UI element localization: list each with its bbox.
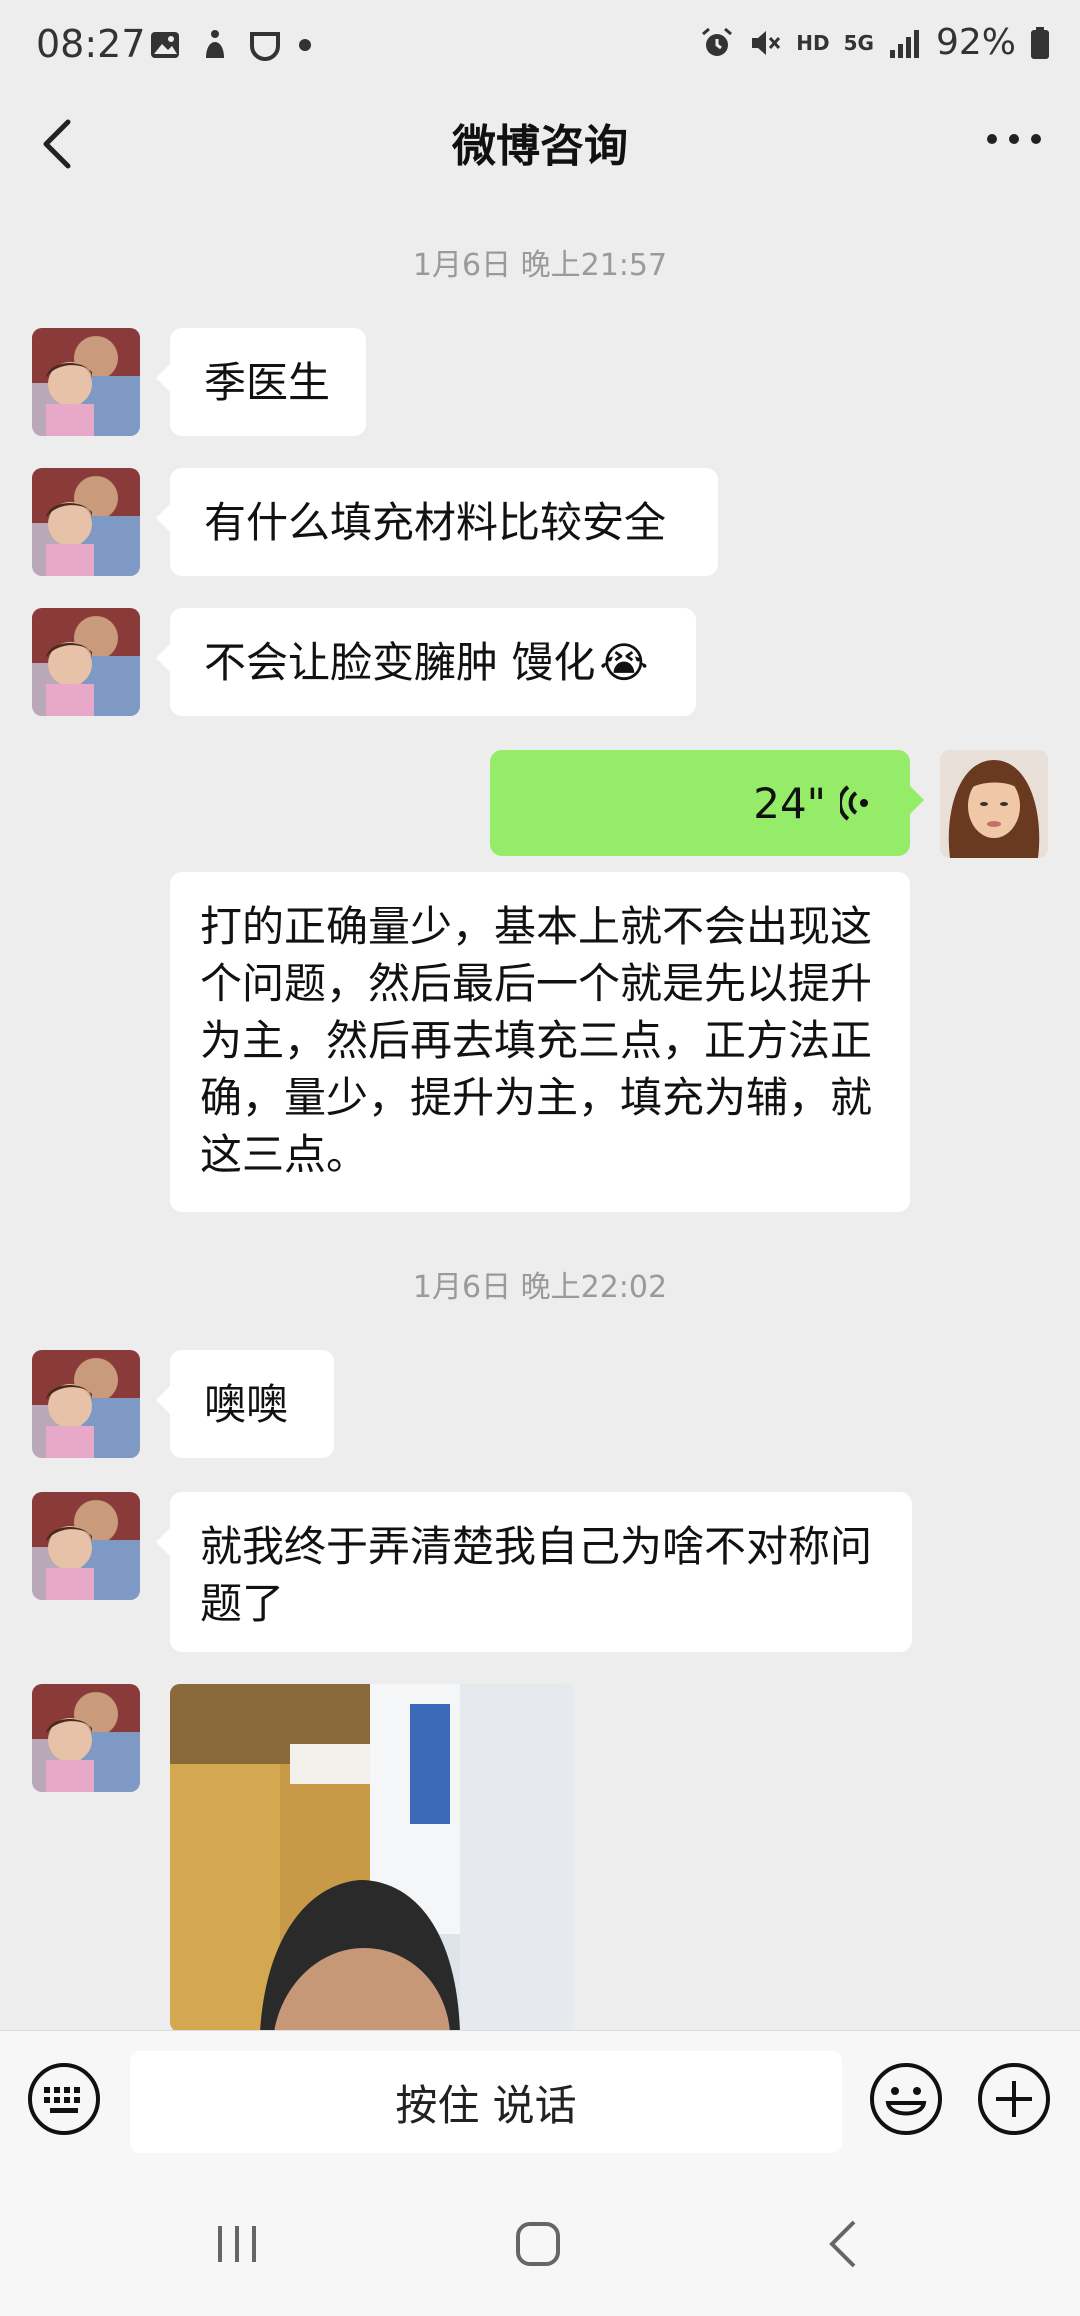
- battery-icon: [1031, 26, 1049, 59]
- keyboard-icon[interactable]: [26, 2061, 102, 2137]
- nav-recent-icon[interactable]: [214, 2224, 260, 2264]
- battery-percent: 92%: [935, 22, 1016, 63]
- my-avatar[interactable]: [940, 750, 1048, 858]
- message-text: 不会让脸变臃肿 馒化: [204, 637, 596, 687]
- chat-title: 微博咨询: [452, 121, 628, 172]
- message-text: 有什么填充材料比较安全: [204, 497, 667, 547]
- app-notification-icon: [250, 32, 280, 61]
- message-bubble[interactable]: 噢噢: [156, 1350, 334, 1458]
- message-text: 噢噢: [204, 1379, 289, 1429]
- contact-avatar[interactable]: [32, 608, 140, 716]
- more-icon[interactable]: [974, 114, 1054, 164]
- message-bubble[interactable]: 有什么填充材料比较安全: [156, 468, 718, 576]
- mute-icon: [752, 30, 781, 55]
- message-bubble[interactable]: 不会让脸变臃肿 馒化 😭: [156, 608, 696, 716]
- title-bar: 微博咨询: [0, 96, 1080, 186]
- contact-avatar[interactable]: [32, 1492, 140, 1600]
- chat-input-bar: 按住 说话: [0, 2030, 1080, 2169]
- message-timestamp: 1月6日 晚上22:02: [412, 1270, 668, 1305]
- contact-avatar[interactable]: [32, 328, 140, 436]
- message-bubble[interactable]: 季医生: [156, 328, 366, 436]
- dot-icon: [299, 39, 311, 51]
- notification-icons: [148, 28, 312, 62]
- voice-message-bubble[interactable]: 24": [490, 750, 924, 856]
- alarm-icon: [702, 27, 733, 56]
- contact-avatar[interactable]: [32, 1350, 140, 1458]
- voice-duration: 24": [753, 778, 826, 828]
- message-bubble[interactable]: 打的正确量少，基本上就不会出现这个问题，然后最后一个就是先以提升为主，然后再去填…: [170, 872, 910, 1212]
- nav-home-icon[interactable]: [514, 2220, 562, 2268]
- message-text: 就我终于弄清楚我自己为啥不对称问题了: [200, 1522, 873, 1628]
- message-timestamp: 1月6日 晚上21:57: [412, 248, 668, 283]
- message-bubble[interactable]: 就我终于弄清楚我自己为啥不对称问题了: [156, 1492, 912, 1652]
- emoji-icon[interactable]: [868, 2061, 944, 2137]
- voice-icon: [840, 785, 868, 821]
- network-label: 5G: [843, 30, 874, 55]
- system-nav-bar: [0, 2168, 1080, 2316]
- nav-back-icon[interactable]: [824, 2218, 860, 2270]
- hd-label: HD: [796, 30, 830, 55]
- status-right: HD 5G 92%: [700, 22, 1050, 63]
- message-text: 打的正确量少，基本上就不会出现这个问题，然后最后一个就是先以提升为主，然后再去填…: [200, 902, 873, 1179]
- status-time: 08:27: [36, 22, 146, 66]
- gallery-icon: [151, 32, 179, 58]
- image-message[interactable]: [170, 1684, 574, 2032]
- status-bar: 08:27 HD 5G 92%: [0, 0, 1080, 96]
- contact-avatar[interactable]: [32, 1684, 140, 1792]
- signal-icon: [889, 29, 919, 58]
- accessibility-icon: [206, 30, 224, 58]
- plus-icon[interactable]: [976, 2061, 1052, 2137]
- crying-emoji: 😭: [599, 637, 649, 687]
- contact-avatar[interactable]: [32, 468, 140, 576]
- message-text: 季医生: [204, 357, 331, 407]
- hold-to-talk-button[interactable]: 按住 说话: [130, 2051, 842, 2153]
